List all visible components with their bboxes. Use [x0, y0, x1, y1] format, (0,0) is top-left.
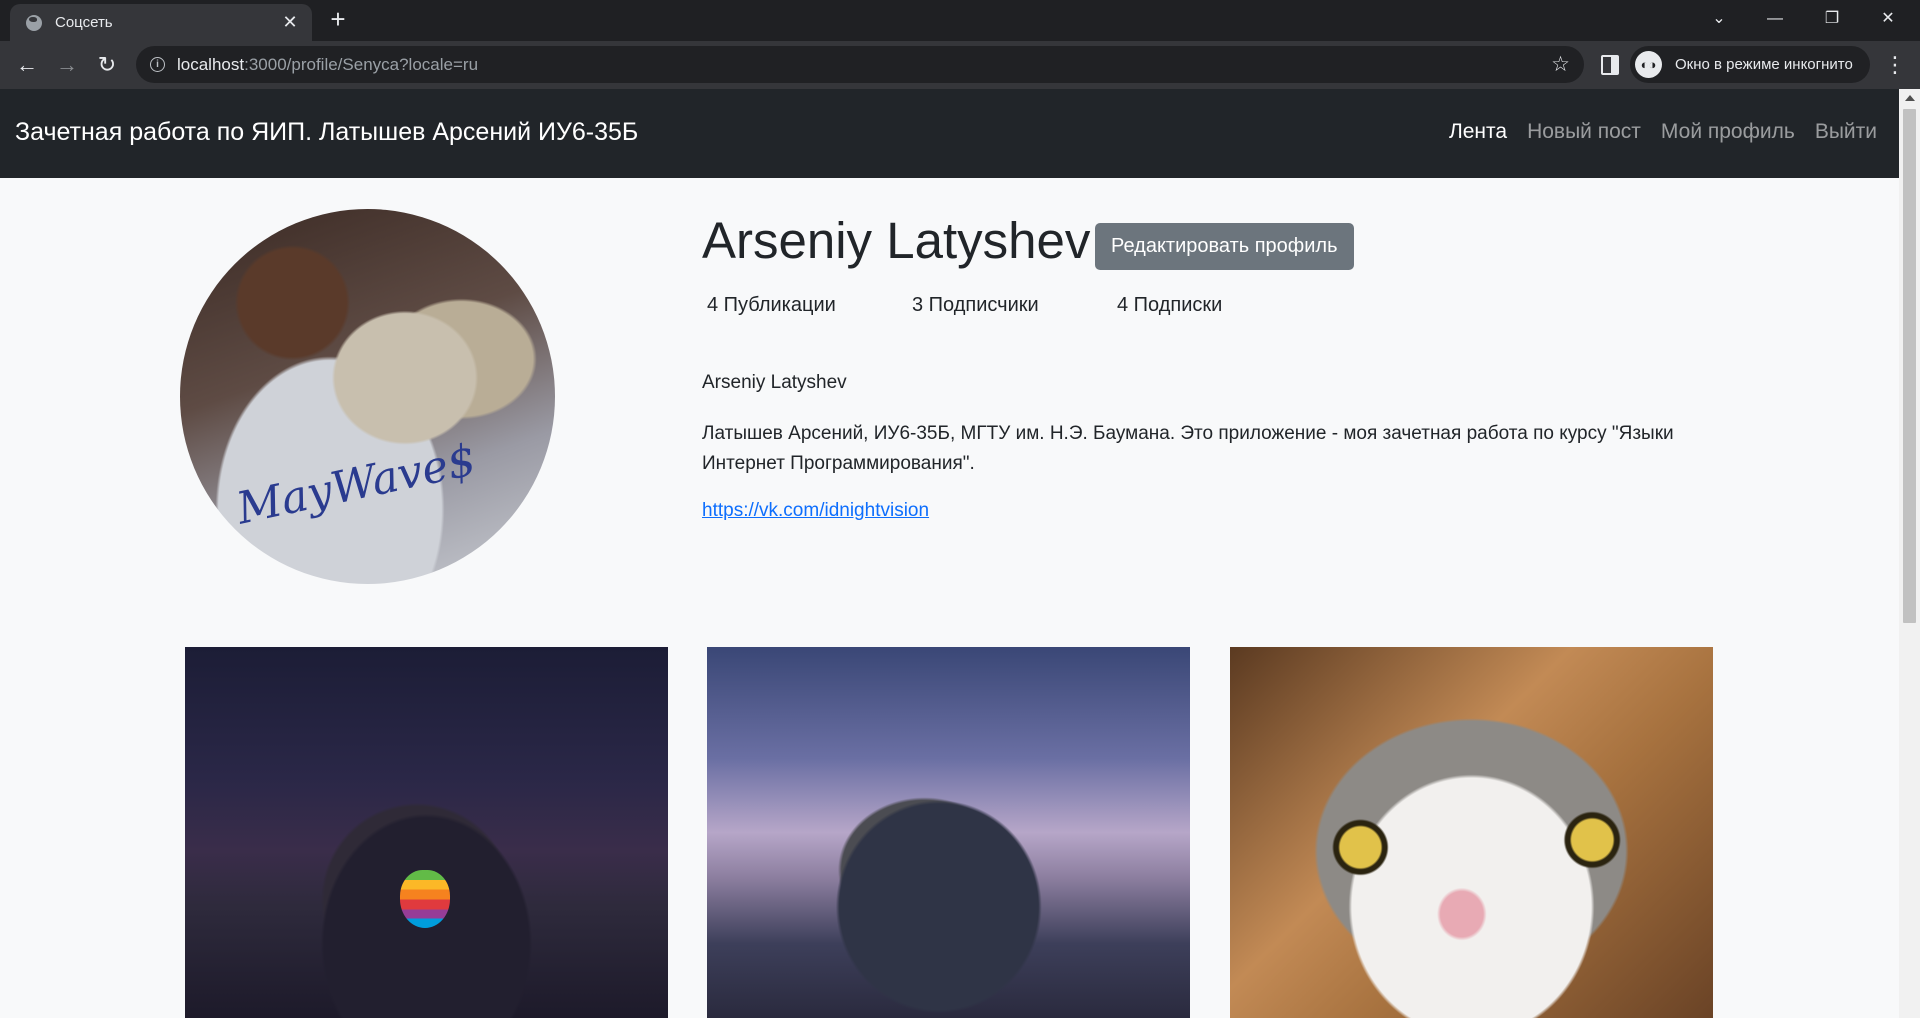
tab-title: Соцсеть — [55, 14, 113, 31]
stat-posts: 4 Публикации — [707, 294, 836, 316]
url-text[interactable]: localhost:3000/profile/Senyca?locale=ru — [177, 55, 478, 75]
browser-menu-icon[interactable]: ⋮ — [1884, 51, 1906, 79]
page-viewport: Зачетная работа по ЯИП. Латышев Арсений … — [0, 89, 1899, 1018]
tab-search-chevron-icon[interactable]: ⌄ — [1691, 0, 1747, 41]
new-tab-button[interactable]: + — [325, 6, 351, 33]
side-panel-icon[interactable] — [1601, 55, 1619, 75]
browser-tab-bar: Соцсеть ✕ + ⌄ — ❐ ✕ — [0, 0, 1920, 41]
close-tab-icon[interactable]: ✕ — [280, 12, 300, 32]
globe-icon — [26, 15, 42, 31]
apple-logo-icon — [400, 870, 450, 928]
post-image[interactable] — [707, 647, 1190, 1018]
avatar-signature-graphic: MayWave$ — [232, 434, 481, 535]
back-arrow-icon[interactable]: ← — [13, 51, 41, 79]
browser-tab[interactable]: Соцсеть ✕ — [10, 4, 312, 41]
stat-following[interactable]: 4 Подписки — [1117, 294, 1222, 317]
page-scrollbar[interactable] — [1899, 89, 1920, 1018]
nav-link-feed[interactable]: Лента — [1449, 120, 1507, 144]
restore-icon[interactable]: ❐ — [1804, 0, 1860, 41]
nav-link-logout[interactable]: Выйти — [1815, 120, 1877, 144]
nav-link-my-profile[interactable]: Мой профиль — [1661, 120, 1795, 144]
profile-name: Arseniy Latyshev — [702, 212, 1091, 269]
site-navbar: Зачетная работа по ЯИП. Латышев Арсений … — [0, 89, 1899, 178]
navbar-brand[interactable]: Зачетная работа по ЯИП. Латышев Арсений … — [15, 118, 638, 147]
close-window-icon[interactable]: ✕ — [1860, 0, 1916, 41]
profile-avatar: MayWave$ — [180, 209, 555, 584]
bookmark-star-icon[interactable]: ☆ — [1551, 52, 1570, 77]
nav-link-new-post[interactable]: Новый пост — [1527, 120, 1641, 144]
incognito-indicator[interactable]: ◐◑ Окно в режиме инкогнито — [1630, 46, 1870, 83]
address-bar[interactable]: i localhost:3000/profile/Senyca?locale=r… — [136, 46, 1584, 83]
post-image[interactable] — [185, 647, 668, 1018]
forward-arrow-icon[interactable]: → — [53, 51, 81, 79]
minimize-icon[interactable]: — — [1747, 0, 1803, 41]
url-host: localhost — [177, 55, 245, 74]
profile-display-name: Arseniy Latyshev — [702, 372, 847, 393]
url-path: :3000/profile/Senyca?locale=ru — [244, 55, 479, 74]
reload-icon[interactable]: ↻ — [93, 51, 121, 79]
browser-toolbar: ← → ↻ i localhost:3000/profile/Senyca?lo… — [0, 41, 1920, 89]
profile-bio: Латышев Арсений, ИУ6-35Б, МГТУ им. Н.Э. … — [702, 423, 1674, 474]
scroll-up-arrow-icon[interactable] — [1905, 95, 1915, 101]
post-image[interactable] — [1230, 647, 1713, 1018]
scrollbar-thumb[interactable] — [1903, 109, 1916, 623]
incognito-icon: ◐◑ — [1635, 51, 1662, 78]
edit-profile-button[interactable]: Редактировать профиль — [1095, 223, 1354, 270]
stat-followers[interactable]: 3 Подписчики — [912, 294, 1039, 317]
profile-link[interactable]: https://vk.com/idnightvision — [702, 500, 929, 522]
navbar-links: Лента Новый пост Мой профиль Выйти — [1449, 120, 1877, 144]
site-info-icon[interactable]: i — [150, 57, 165, 72]
incognito-label: Окно в режиме инкогнито — [1675, 56, 1853, 73]
